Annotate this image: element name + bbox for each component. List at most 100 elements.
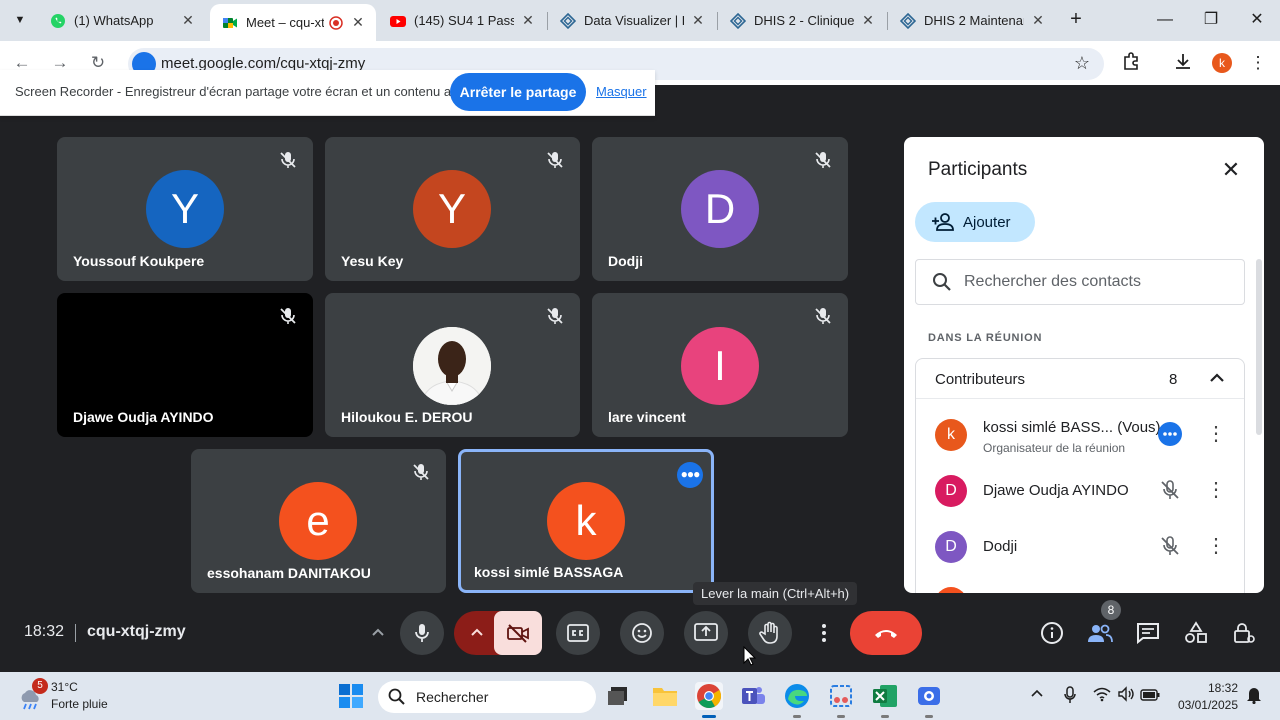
search-icon: [388, 688, 405, 705]
reactions-button[interactable]: [620, 611, 664, 655]
group-header[interactable]: Contributeurs 8: [916, 359, 1244, 399]
avatar: D: [935, 475, 967, 507]
chevron-up-icon[interactable]: [1027, 686, 1047, 706]
excel-icon[interactable]: [871, 682, 899, 718]
profile-avatar[interactable]: k: [1212, 53, 1232, 73]
close-icon[interactable]: ✕: [1030, 12, 1046, 29]
captions-button[interactable]: [556, 611, 600, 655]
battery-icon[interactable]: [1140, 686, 1160, 706]
kebab-menu-icon[interactable]: ⋮: [1206, 421, 1226, 447]
tab-youtube[interactable]: (145) SU4 1 Passer ✕: [378, 4, 546, 37]
divider: [75, 624, 76, 642]
audio-options-button[interactable]: [358, 611, 398, 655]
participant-name: Dodji: [608, 253, 643, 269]
activities-icon[interactable]: [1183, 620, 1209, 646]
participant-tile[interactable]: Hiloukou E. DEROU: [325, 293, 580, 437]
contact-search[interactable]: [915, 259, 1245, 305]
host-controls-icon[interactable]: [1231, 620, 1257, 646]
tab-label: Data Visualizer | D: [584, 13, 684, 28]
wifi-icon[interactable]: [1092, 686, 1112, 706]
active-indicator: [881, 715, 889, 718]
screen-recorder-icon[interactable]: [915, 682, 943, 718]
system-date[interactable]: 03/01/2025: [1172, 698, 1238, 712]
section-label: DANS LA RÉUNION: [928, 332, 1043, 344]
tab-meet[interactable]: Meet – cqu-xtqj ✕: [210, 4, 376, 41]
new-tab-plus-icon[interactable]: +: [1064, 8, 1088, 32]
notification-bell-icon[interactable]: [1244, 686, 1264, 706]
add-people-button[interactable]: Ajouter: [915, 202, 1035, 242]
active-indicator: [925, 715, 933, 718]
hide-link[interactable]: Masquer: [596, 84, 647, 99]
camera-off-button[interactable]: [494, 611, 542, 655]
taskbar-search[interactable]: Rechercher: [378, 681, 596, 713]
more-options-button[interactable]: [810, 611, 838, 655]
mic-off-icon: [815, 152, 831, 168]
microphone-icon[interactable]: [1060, 686, 1080, 706]
tab-search-chevron-icon[interactable]: ▼: [8, 8, 32, 32]
mouse-cursor-icon: [743, 646, 757, 666]
close-icon[interactable]: ✕: [690, 12, 706, 29]
close-icon[interactable]: ✕: [180, 12, 196, 29]
participants-icon[interactable]: [1087, 620, 1113, 646]
participant-tile[interactable]: Y Yesu Key: [325, 137, 580, 281]
close-icon[interactable]: ✕: [350, 14, 366, 31]
camera-off-icon: [507, 624, 529, 643]
profile-photo: [413, 327, 491, 405]
microphone-button[interactable]: [400, 611, 444, 655]
participant-row[interactable]: D Dodji ⋮: [916, 519, 1244, 575]
group-count: 8: [1169, 371, 1178, 388]
edge-icon[interactable]: [783, 682, 811, 718]
participant-row[interactable]: [916, 575, 1244, 593]
participant-row[interactable]: D Djawe Oudja AYINDO ⋮: [916, 463, 1244, 519]
more-options-icon[interactable]: ●●●: [677, 462, 703, 488]
tab-data-visualizer[interactable]: Data Visualizer | D ✕: [548, 4, 716, 37]
tab-label: (145) SU4 1 Passer: [414, 13, 514, 28]
avatar: I: [681, 327, 759, 405]
recording-icon: [328, 15, 344, 31]
file-explorer-icon[interactable]: [651, 682, 679, 710]
kebab-menu-icon[interactable]: ⋮: [1206, 477, 1226, 503]
search-input[interactable]: [964, 273, 1224, 291]
bookmark-star-icon[interactable]: ☆: [1074, 53, 1090, 74]
chat-icon[interactable]: [1135, 620, 1161, 646]
windows-start-icon[interactable]: [337, 682, 365, 710]
participant-role: Organisateur de la réunion: [983, 441, 1126, 455]
restore-icon[interactable]: ❐: [1197, 8, 1225, 32]
teams-icon[interactable]: [739, 682, 767, 710]
system-time[interactable]: 18:32: [1196, 681, 1238, 695]
task-view-icon[interactable]: [604, 682, 632, 710]
browser-menu-icon[interactable]: ⋮: [1246, 51, 1270, 75]
chrome-icon[interactable]: [695, 682, 723, 718]
kebab-menu-icon[interactable]: ⋮: [1206, 533, 1226, 559]
participant-tile[interactable]: e essohanam DANITAKOU: [191, 449, 446, 593]
tab-whatsapp[interactable]: (1) WhatsApp ✕: [38, 4, 206, 37]
participant-tile[interactable]: D Dodji: [592, 137, 848, 281]
present-screen-button[interactable]: [684, 611, 728, 655]
notification-badge: 5: [32, 678, 48, 694]
tab-label: Meet – cqu-xtqj: [246, 15, 324, 30]
tab-dhis-maintenance[interactable]: DHIS 2 Maintenanc ✕: [888, 4, 1056, 37]
participant-tile-self[interactable]: k kossi simlé BASSAGA ●●●: [458, 449, 714, 593]
dhis-icon: [560, 12, 576, 29]
more-options-icon[interactable]: [1157, 421, 1183, 447]
close-icon[interactable]: ✕: [520, 12, 536, 29]
window-close-icon[interactable]: ✕: [1243, 8, 1271, 32]
tab-dhis-clinique[interactable]: DHIS 2 - Clinique ✕: [718, 4, 886, 37]
participant-tile[interactable]: Y Youssouf Koukpere: [57, 137, 313, 281]
chevron-up-icon[interactable]: [1207, 368, 1227, 388]
download-icon[interactable]: [1171, 51, 1195, 75]
minimize-icon[interactable]: —: [1151, 8, 1179, 32]
leave-call-button[interactable]: [850, 611, 922, 655]
close-icon[interactable]: ✕: [1218, 157, 1244, 183]
volume-icon[interactable]: [1116, 686, 1136, 706]
scrollbar[interactable]: [1256, 259, 1262, 435]
participant-row[interactable]: k kossi simlé BASS... (Vous) Organisateu…: [916, 407, 1244, 463]
participant-tile[interactable]: Djawe Oudja AYINDO: [57, 293, 313, 437]
extensions-icon[interactable]: [1119, 51, 1143, 75]
participant-tile[interactable]: I lare vincent: [592, 293, 848, 437]
weather-widget[interactable]: 5 31°C Forte pluie: [18, 678, 138, 714]
meeting-info-icon[interactable]: [1039, 620, 1065, 646]
stop-sharing-button[interactable]: Arrêter le partage: [450, 73, 586, 111]
snipping-tool-icon[interactable]: [827, 682, 855, 718]
close-icon[interactable]: ✕: [860, 12, 876, 29]
